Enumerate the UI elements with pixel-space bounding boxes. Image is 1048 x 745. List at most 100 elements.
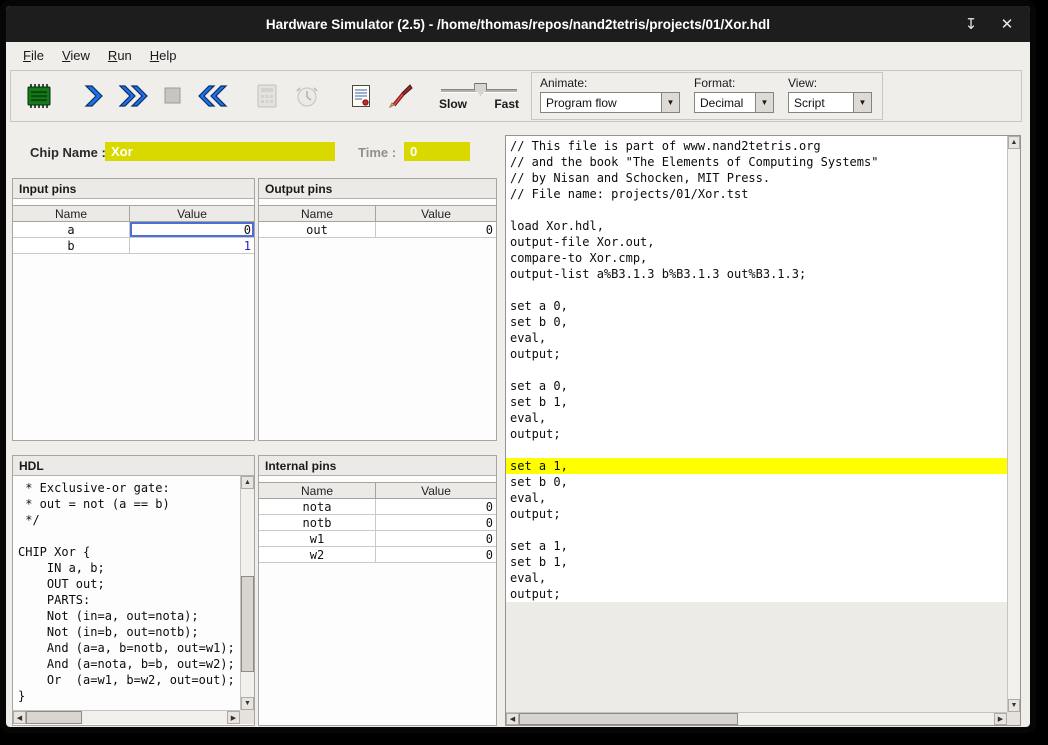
scrollbar-thumb[interactable]	[26, 711, 82, 724]
chevron-down-icon[interactable]: ▼	[853, 93, 871, 112]
code-line: }	[13, 688, 240, 704]
table-row[interactable]: a0	[13, 222, 254, 238]
pin-name-cell[interactable]: w2	[259, 547, 376, 562]
animate-value: Program flow	[541, 93, 661, 112]
scrollbar-track[interactable]	[26, 711, 227, 724]
table-row[interactable]: out0	[259, 222, 496, 238]
slider-track[interactable]	[439, 82, 519, 97]
table-row[interactable]: notb0	[259, 515, 496, 531]
chevron-down-icon[interactable]: ▼	[755, 93, 773, 112]
code-line: Not (in=b, out=notb);	[13, 624, 240, 640]
table-row[interactable]: b1	[13, 238, 254, 254]
code-line	[13, 528, 240, 544]
view-combo-stack: View: Script ▼	[788, 76, 872, 113]
hdl-body[interactable]: * Exclusive-or gate: * out = not (a == b…	[13, 476, 254, 724]
input-pins-body: Name Value a0b1	[13, 199, 254, 439]
format-label: Format:	[694, 76, 774, 90]
scrollbar-thumb[interactable]	[241, 576, 254, 672]
internal-pins-title: Internal pins	[259, 456, 496, 476]
slider-thumb[interactable]	[474, 83, 487, 96]
stop-button[interactable]	[153, 74, 193, 118]
column-header-name: Name	[259, 206, 376, 221]
column-header-value: Value	[376, 483, 496, 498]
window-title: Hardware Simulator (2.5) - /home/thomas/…	[266, 17, 770, 32]
script-panel[interactable]: // This file is part of www.nand2tetris.…	[505, 135, 1021, 726]
script-lines[interactable]: // This file is part of www.nand2tetris.…	[506, 136, 1007, 602]
column-header-value: Value	[376, 206, 496, 221]
menu-run[interactable]: Run	[99, 45, 141, 66]
script-horizontal-scrollbar[interactable]: ◀ ▶	[506, 712, 1007, 725]
scroll-right-icon[interactable]: ▶	[227, 711, 240, 724]
menu-help[interactable]: Help	[141, 45, 186, 66]
pin-value-cell[interactable]: 0	[130, 222, 254, 237]
pin-name-cell[interactable]: b	[13, 238, 130, 253]
brush-icon	[388, 83, 414, 109]
scroll-left-icon[interactable]: ◀	[13, 711, 26, 724]
scroll-left-icon[interactable]: ◀	[506, 713, 519, 725]
table-row[interactable]: w20	[259, 547, 496, 563]
view-select[interactable]: Script ▼	[788, 92, 872, 113]
code-line: output;	[506, 506, 1007, 522]
close-icon[interactable]: ✕	[998, 15, 1016, 33]
minimize-icon[interactable]: ↧	[962, 15, 980, 33]
pin-value-cell[interactable]: 0	[376, 531, 496, 546]
view-value: Script	[789, 93, 853, 112]
scroll-up-icon[interactable]: ▲	[241, 476, 254, 489]
format-select[interactable]: Decimal ▼	[694, 92, 774, 113]
output-pins-rows: out0	[259, 222, 496, 238]
code-line: set a 0,	[506, 298, 1007, 314]
pin-name-cell[interactable]: w1	[259, 531, 376, 546]
speed-slider[interactable]: Slow Fast	[439, 82, 519, 111]
code-line	[506, 282, 1007, 298]
code-line: eval,	[506, 570, 1007, 586]
slider-fast-label: Fast	[494, 97, 519, 111]
stop-icon	[161, 84, 185, 108]
chip-name-field[interactable]: Xor	[105, 142, 335, 161]
internal-pins-rows: nota0notb0w10w20	[259, 499, 496, 563]
chevron-down-icon[interactable]: ▼	[661, 93, 679, 112]
pin-name-cell[interactable]: notb	[259, 515, 376, 530]
code-line: */	[13, 512, 240, 528]
single-step-button[interactable]	[73, 74, 113, 118]
pin-name-cell[interactable]: a	[13, 222, 130, 237]
scrollbar-thumb[interactable]	[519, 713, 738, 725]
pin-value-cell[interactable]: 0	[376, 515, 496, 530]
column-header-name: Name	[13, 206, 130, 221]
table-row[interactable]: nota0	[259, 499, 496, 515]
scrollbar-track[interactable]	[519, 713, 994, 725]
scrollbar-track[interactable]	[241, 489, 254, 697]
input-pins-rows: a0b1	[13, 222, 254, 254]
pin-name-cell[interactable]: nota	[259, 499, 376, 514]
hdl-title: HDL	[13, 456, 254, 476]
menu-view[interactable]: View	[53, 45, 99, 66]
clear-button[interactable]	[381, 74, 421, 118]
code-line: eval,	[506, 410, 1007, 426]
pin-value-cell[interactable]: 0	[376, 222, 496, 237]
run-button[interactable]	[113, 74, 153, 118]
table-row[interactable]: w10	[259, 531, 496, 547]
hdl-horizontal-scrollbar[interactable]: ◀ ▶	[13, 710, 240, 724]
script-vertical-scrollbar[interactable]: ▲ ▼	[1007, 136, 1020, 712]
code-line: output;	[506, 586, 1007, 602]
clock-button[interactable]	[287, 74, 327, 118]
calculator-button[interactable]	[247, 74, 287, 118]
animate-select[interactable]: Program flow ▼	[540, 92, 680, 113]
reset-button[interactable]	[193, 74, 233, 118]
load-chip-button[interactable]	[19, 74, 59, 118]
pin-value-cell[interactable]: 0	[376, 499, 496, 514]
scroll-up-icon[interactable]: ▲	[1008, 136, 1020, 149]
hdl-vertical-scrollbar[interactable]: ▲ ▼	[240, 476, 254, 710]
scrollbar-track[interactable]	[1008, 149, 1020, 699]
pin-name-cell[interactable]: out	[259, 222, 376, 237]
pin-value-cell[interactable]: 0	[376, 547, 496, 562]
load-script-button[interactable]	[341, 74, 381, 118]
pin-value-cell[interactable]: 1	[130, 238, 254, 253]
scroll-down-icon[interactable]: ▼	[1008, 699, 1020, 712]
format-combo-stack: Format: Decimal ▼	[694, 76, 774, 113]
code-line: // and the book "The Elements of Computi…	[506, 154, 1007, 170]
scroll-right-icon[interactable]: ▶	[994, 713, 1007, 725]
scroll-down-icon[interactable]: ▼	[241, 697, 254, 710]
code-line: // by Nisan and Schocken, MIT Press.	[506, 170, 1007, 186]
menu-file[interactable]: File	[14, 45, 53, 66]
internal-pins-table: Name Value nota0notb0w10w20	[259, 482, 496, 563]
